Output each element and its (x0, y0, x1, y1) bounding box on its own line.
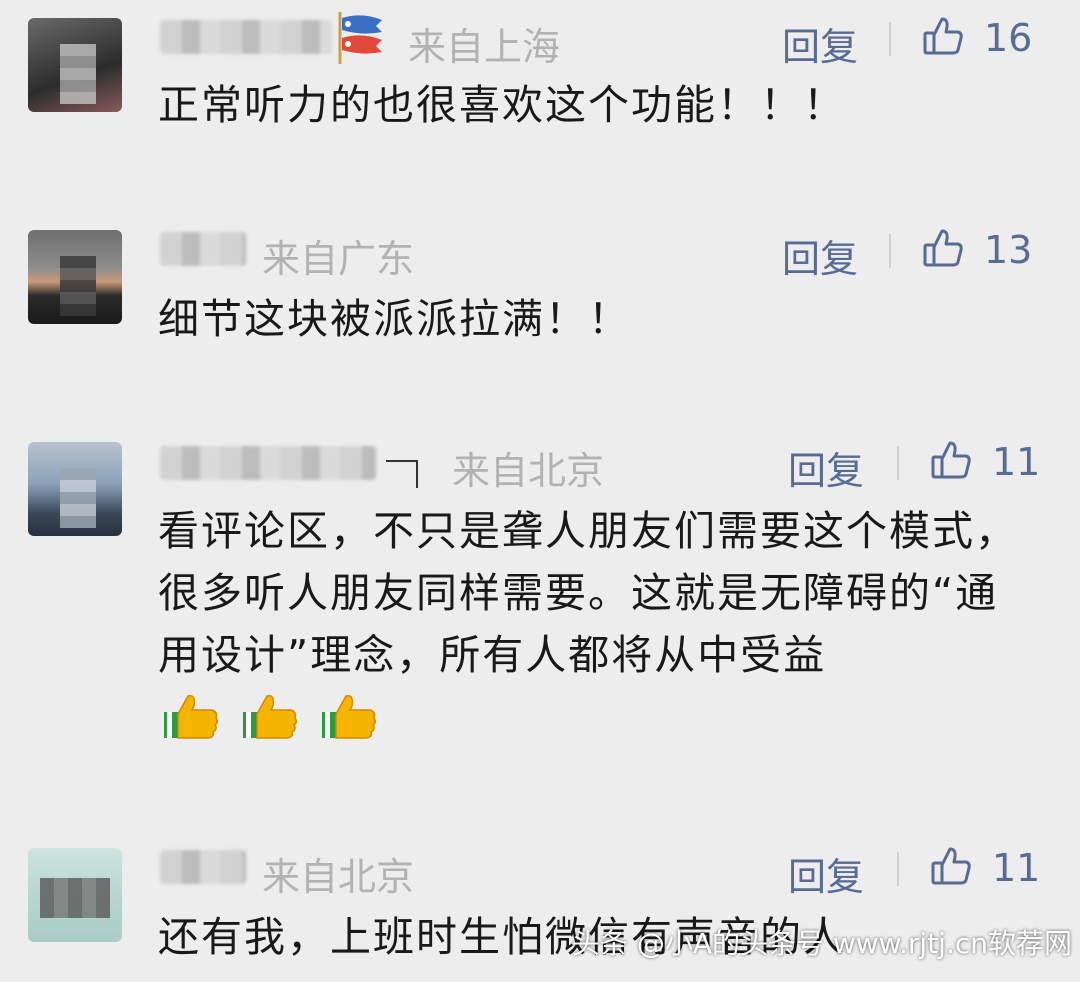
like-count: 11 (992, 846, 1041, 890)
thumbs-up-icon[interactable] (922, 15, 964, 57)
comment-location: 来自北京 (452, 449, 605, 493)
avatar[interactable] (28, 18, 122, 112)
comment-item: 来自上海 回复 16 正常听力的也很喜欢这个功能！！！ (0, 0, 1080, 200)
username-blurred[interactable] (160, 232, 246, 266)
avatar[interactable] (28, 848, 122, 942)
avatar-blur (60, 44, 96, 104)
like-count: 11 (992, 440, 1041, 484)
comment-location: 来自上海 (408, 25, 561, 69)
avatar-blur (60, 468, 96, 528)
thumbs-up-emoji-icon (322, 694, 377, 739)
reply-button[interactable]: 回复 (788, 440, 864, 495)
comment-text: 细节这块被派派拉满！！ (158, 295, 631, 343)
username-blurred[interactable] (160, 446, 376, 480)
reply-button[interactable]: 回复 (782, 228, 858, 283)
koinobori-flag-icon (338, 12, 382, 64)
like-count: 13 (984, 228, 1033, 272)
avatar-blur (60, 256, 96, 316)
comment-text: 看评论区，不只是聋人朋友们需要这个模式，很多听人朋友同样需要。这就是无障碍的“通… (158, 507, 1018, 679)
thumbs-up-emoji-icon (164, 694, 219, 739)
thumbs-up-icon[interactable] (930, 439, 972, 481)
thumbs-up-emoji-icon (243, 694, 298, 739)
watermark: 头条 @小A的头条号 www.rjtj.cn软荐网 (571, 927, 1072, 960)
reply-button[interactable]: 回复 (782, 16, 858, 71)
comment-location: 来自北京 (262, 855, 415, 899)
avatar[interactable] (28, 442, 122, 536)
bracket-mark (386, 460, 418, 488)
divider (889, 234, 891, 268)
comment-item: 来自北京 回复 11 看评论区，不只是聋人朋友们需要这个模式，很多听人朋友同样需… (0, 424, 1080, 804)
comment-text: 正常听力的也很喜欢这个功能！！！ (158, 81, 846, 129)
comment-item: 来自广东 回复 13 细节这块被派派拉满！！ (0, 212, 1080, 412)
divider (897, 852, 899, 886)
comment-location: 来自广东 (262, 237, 415, 281)
divider (897, 446, 899, 480)
emoji-row (162, 689, 384, 751)
reply-button[interactable]: 回复 (788, 846, 864, 901)
thumbs-up-icon[interactable] (922, 227, 964, 269)
like-count: 16 (984, 16, 1033, 60)
avatar-blur (40, 878, 110, 918)
avatar[interactable] (28, 230, 122, 324)
username-blurred[interactable] (160, 850, 246, 884)
divider (889, 22, 891, 56)
comment-text-block: 看评论区，不只是聋人朋友们需要这个模式，很多听人朋友同样需要。这就是无障碍的“通… (158, 500, 1038, 751)
username-blurred[interactable] (160, 20, 332, 54)
thumbs-up-icon[interactable] (930, 845, 972, 887)
